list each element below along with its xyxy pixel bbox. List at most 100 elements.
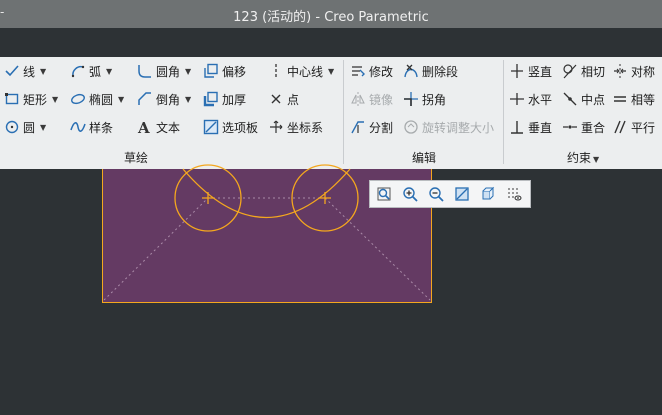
- text-button[interactable]: A 文本: [137, 117, 180, 137]
- rotate-resize-label: 旋转调整大小: [422, 120, 495, 135]
- midpoint-constraint-icon: [562, 91, 578, 107]
- offset-icon: [203, 63, 219, 79]
- symmetric-constraint-button[interactable]: 对称: [612, 61, 655, 81]
- equal-constraint-icon: [612, 91, 628, 107]
- divide-button[interactable]: 分割: [350, 117, 393, 137]
- line-dropdown-icon[interactable]: ▼: [40, 67, 46, 76]
- arc-dropdown-icon[interactable]: ▼: [106, 67, 112, 76]
- rotate-resize-button[interactable]: 旋转调整大小: [403, 117, 494, 137]
- view-toolbar: [369, 180, 531, 208]
- rotate-resize-icon: [403, 119, 419, 135]
- divide-label: 分割: [369, 120, 394, 135]
- parallel-constraint-icon: [612, 119, 628, 135]
- refit-icon[interactable]: [374, 184, 394, 204]
- spline-button[interactable]: 样条: [70, 117, 113, 137]
- point-label: 点: [287, 92, 300, 107]
- point-icon: [268, 91, 284, 107]
- spline-icon: [70, 119, 86, 135]
- coincident-constraint-icon: [562, 119, 578, 135]
- thicken-button[interactable]: 加厚: [203, 89, 246, 109]
- perpendicular-constraint-icon: [509, 119, 525, 135]
- delete-segment-label: 删除段: [422, 64, 459, 79]
- ellipse-dropdown-icon[interactable]: ▼: [118, 95, 124, 104]
- equal-constraint-button[interactable]: 相等: [612, 89, 655, 109]
- horizontal-constraint-icon: [509, 91, 525, 107]
- coordinate-system-button[interactable]: 坐标系: [268, 117, 323, 137]
- rectangle-button[interactable]: 矩形 ▼: [4, 89, 58, 109]
- centerline-label: 中心线: [287, 64, 324, 79]
- chamfer-button[interactable]: 倒角 ▼: [137, 89, 191, 109]
- chamfer-label: 倒角: [156, 92, 181, 107]
- repaint-icon[interactable]: [452, 184, 472, 204]
- corner-button[interactable]: 拐角: [403, 89, 446, 109]
- offset-label: 偏移: [222, 64, 247, 79]
- mirror-label: 镜像: [369, 92, 394, 107]
- group-divider: [343, 60, 344, 164]
- delete-segment-button[interactable]: 删除段: [403, 61, 458, 81]
- chamfer-dropdown-icon[interactable]: ▼: [185, 95, 191, 104]
- tangent-constraint-label: 相切: [581, 64, 606, 79]
- modify-icon: [350, 63, 366, 79]
- palette-icon: [203, 119, 219, 135]
- coordinate-system-icon: [268, 119, 284, 135]
- text-label: 文本: [156, 120, 181, 135]
- perpendicular-constraint-button[interactable]: 垂直: [509, 117, 552, 137]
- tangent-constraint-button[interactable]: 相切: [562, 61, 605, 81]
- fillet-button[interactable]: 圆角 ▼: [137, 61, 191, 81]
- arc-label: 弧: [89, 64, 102, 79]
- rectangle-icon: [4, 91, 20, 107]
- circle-label: 圆: [23, 120, 36, 135]
- coincident-constraint-label: 重合: [581, 120, 606, 135]
- fillet-icon: [137, 63, 153, 79]
- midpoint-constraint-button[interactable]: 中点: [562, 89, 605, 109]
- circle-dropdown-icon[interactable]: ▼: [40, 123, 46, 132]
- line-button[interactable]: 线 ▼: [4, 61, 46, 81]
- ribbon-tab-strip: [0, 28, 662, 56]
- centerline-button[interactable]: 中心线 ▼: [268, 61, 334, 81]
- midpoint-constraint-label: 中点: [581, 92, 606, 107]
- thicken-label: 加厚: [222, 92, 247, 107]
- edit-group-label: 编辑: [412, 151, 437, 165]
- modify-label: 修改: [369, 64, 394, 79]
- fillet-dropdown-icon[interactable]: ▼: [185, 67, 191, 76]
- sketch-display-icon[interactable]: [504, 184, 524, 204]
- thicken-icon: [203, 91, 219, 107]
- coincident-constraint-button[interactable]: 重合: [562, 117, 605, 137]
- perpendicular-constraint-label: 垂直: [528, 120, 553, 135]
- horizontal-constraint-label: 水平: [528, 92, 553, 107]
- mirror-button[interactable]: 镜像: [350, 89, 393, 109]
- circle-button[interactable]: 圆 ▼: [4, 117, 46, 137]
- ellipse-button[interactable]: 椭圆 ▼: [70, 89, 124, 109]
- arc-icon: [70, 63, 86, 79]
- constrain-label: 约束: [567, 151, 592, 165]
- symmetric-constraint-label: 对称: [631, 64, 656, 79]
- horizontal-constraint-button[interactable]: 水平: [509, 89, 552, 109]
- svg-text:A: A: [137, 119, 150, 135]
- rectangle-dropdown-icon[interactable]: ▼: [52, 95, 58, 104]
- constrain-group-label[interactable]: 约束 ▼: [567, 149, 599, 166]
- zoom-in-icon[interactable]: [400, 184, 420, 204]
- corner-label: 拐角: [422, 92, 447, 107]
- centerline-icon: [268, 63, 284, 79]
- mirror-icon: [350, 91, 366, 107]
- parallel-constraint-button[interactable]: 平行: [612, 117, 655, 137]
- point-button[interactable]: 点: [268, 89, 299, 109]
- palette-button[interactable]: 选项板: [203, 117, 258, 137]
- delete-segment-icon: [403, 63, 419, 79]
- parallel-constraint-label: 平行: [631, 120, 656, 135]
- modify-button[interactable]: 修改: [350, 61, 393, 81]
- fillet-label: 圆角: [156, 64, 181, 79]
- offset-button[interactable]: 偏移: [203, 61, 246, 81]
- line-icon: [4, 63, 20, 79]
- arc-button[interactable]: 弧 ▼: [70, 61, 112, 81]
- constrain-dropdown-icon[interactable]: ▼: [593, 155, 599, 164]
- line-label: 线: [23, 64, 36, 79]
- saved-orientations-icon[interactable]: [478, 184, 498, 204]
- vertical-constraint-button[interactable]: 竖直: [509, 61, 552, 81]
- spline-label: 样条: [89, 120, 114, 135]
- rectangle-label: 矩形: [23, 92, 48, 107]
- zoom-out-icon[interactable]: [426, 184, 446, 204]
- ellipse-label: 椭圆: [89, 92, 114, 107]
- centerline-dropdown-icon[interactable]: ▼: [328, 67, 334, 76]
- symmetric-constraint-icon: [612, 63, 628, 79]
